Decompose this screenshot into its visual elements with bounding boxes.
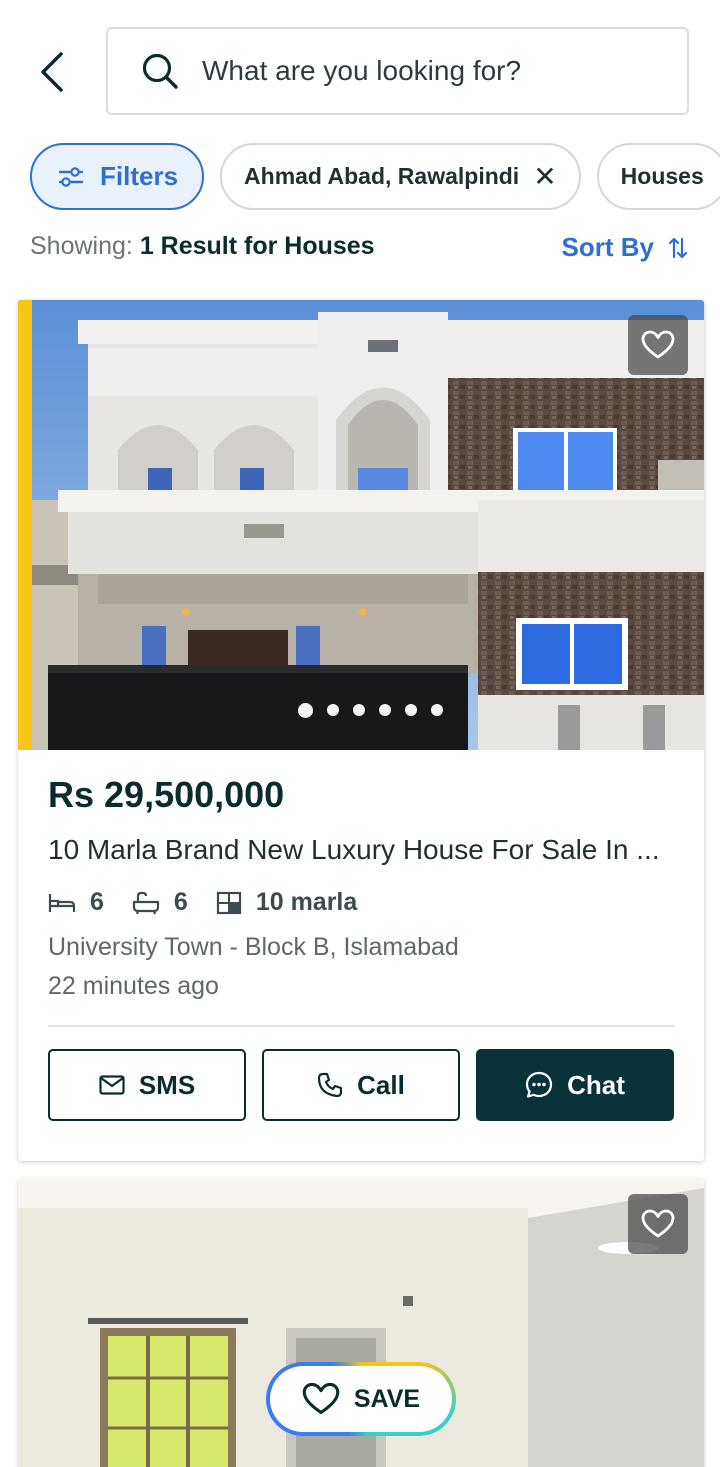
filters-chip[interactable]: Filters: [30, 143, 205, 210]
chat-button-label: Chat: [567, 1069, 625, 1100]
sms-button[interactable]: SMS: [48, 1049, 246, 1121]
house-photo: [18, 300, 704, 750]
results-summary: Showing: 1 Result for Houses: [30, 232, 375, 261]
baths-spec: 6: [132, 888, 188, 917]
divider: [48, 1025, 674, 1027]
area-icon: [216, 891, 241, 914]
search-bar[interactable]: [106, 27, 689, 115]
listing-posted-time: 22 minutes ago: [48, 972, 219, 1000]
sort-label: Sort By: [561, 232, 654, 262]
location-chip-label: Ahmad Abad, Rawalpindi: [244, 163, 520, 189]
sort-button[interactable]: Sort By: [562, 232, 688, 263]
listing-image[interactable]: [18, 300, 704, 750]
image-carousel-dots[interactable]: [298, 703, 443, 718]
carousel-dot[interactable]: [405, 704, 417, 716]
beds-count: 6: [90, 888, 104, 916]
listing-card[interactable]: Rs 29,500,000 10 Marla Brand New Luxury …: [18, 300, 704, 1161]
phone-icon: [318, 1072, 343, 1098]
property-type-chip-label: Houses: [620, 163, 704, 189]
back-button[interactable]: [28, 48, 76, 96]
filter-chips: Filters Ahmad Abad, Rawalpindi ✕ Houses: [30, 143, 720, 210]
carousel-dot[interactable]: [379, 704, 391, 716]
bed-icon: [48, 893, 76, 912]
search-icon: [140, 51, 180, 91]
contact-actions: SMS Call Chat: [48, 1049, 674, 1121]
listing-title[interactable]: 10 Marla Brand New Luxury House For Sale…: [48, 834, 674, 866]
call-button[interactable]: Call: [262, 1049, 460, 1121]
carousel-dot[interactable]: [327, 704, 339, 716]
chat-button[interactable]: Chat: [476, 1049, 674, 1121]
call-button-label: Call: [357, 1069, 405, 1100]
mail-icon: [99, 1075, 125, 1095]
sliders-icon: [58, 166, 84, 187]
heart-outline-icon: [302, 1382, 340, 1414]
results-count: 1 Result for Houses: [139, 232, 375, 260]
sort-arrows-icon: [668, 237, 688, 258]
sms-button-label: SMS: [138, 1069, 196, 1100]
chat-bubble-icon: [526, 1071, 553, 1098]
heart-icon: [641, 330, 675, 359]
carousel-dot[interactable]: [431, 704, 443, 716]
property-type-chip[interactable]: Houses: [596, 143, 720, 210]
close-icon[interactable]: ✕: [533, 162, 556, 191]
featured-accent: [18, 300, 32, 750]
favorite-button[interactable]: [628, 315, 688, 375]
location-chip[interactable]: Ahmad Abad, Rawalpindi ✕: [220, 143, 581, 210]
listing-specs: 6 6 10 marla: [48, 888, 674, 917]
listing-location: University Town - Block B, Islamabad: [48, 933, 459, 961]
filters-chip-label: Filters: [100, 161, 179, 191]
beds-spec: 6: [48, 888, 104, 917]
carousel-dot[interactable]: [353, 704, 365, 716]
favorite-button-next[interactable]: [628, 1194, 688, 1254]
area-value: 10 marla: [255, 888, 358, 916]
bath-icon: [132, 891, 160, 914]
search-input[interactable]: [202, 55, 642, 87]
save-button-label: SAVE: [353, 1384, 421, 1413]
results-prefix: Showing:: [30, 232, 133, 260]
area-spec: 10 marla: [216, 888, 357, 917]
carousel-dot[interactable]: [298, 703, 313, 718]
baths-count: 6: [173, 888, 188, 916]
save-search-button[interactable]: SAVE: [266, 1362, 456, 1436]
top-bar: [0, 0, 720, 130]
chevron-left-icon: [41, 52, 63, 92]
listing-price: Rs 29,500,000: [48, 774, 285, 815]
heart-icon: [641, 1209, 675, 1238]
